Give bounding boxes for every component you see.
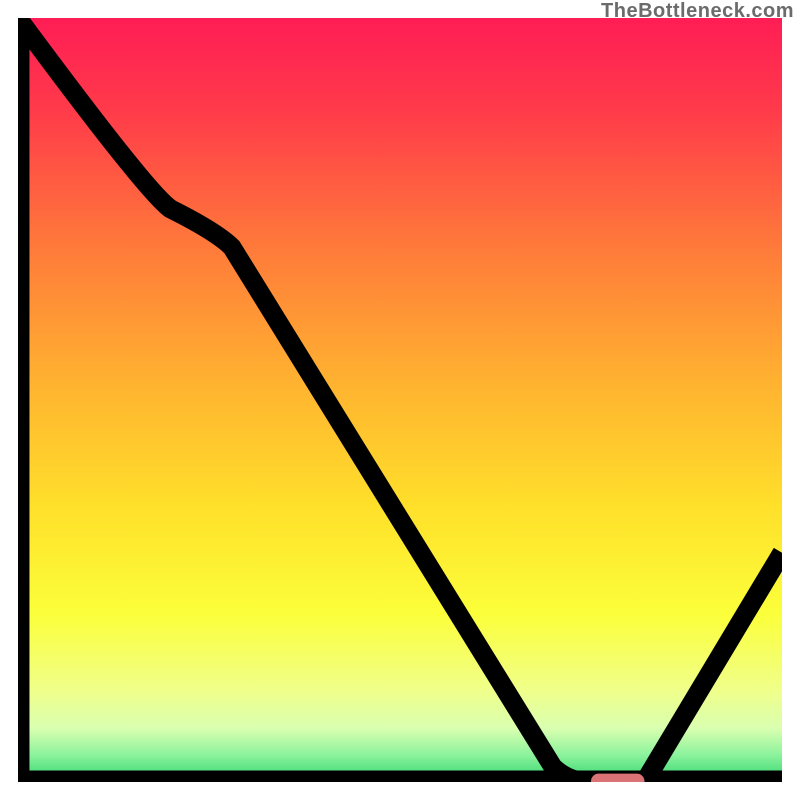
chart-container: TheBottleneck.com <box>0 0 800 800</box>
optimal-range-marker <box>591 774 644 782</box>
bottleneck-curve <box>18 18 782 782</box>
chart-svg <box>18 18 782 782</box>
plot-area <box>18 18 782 782</box>
